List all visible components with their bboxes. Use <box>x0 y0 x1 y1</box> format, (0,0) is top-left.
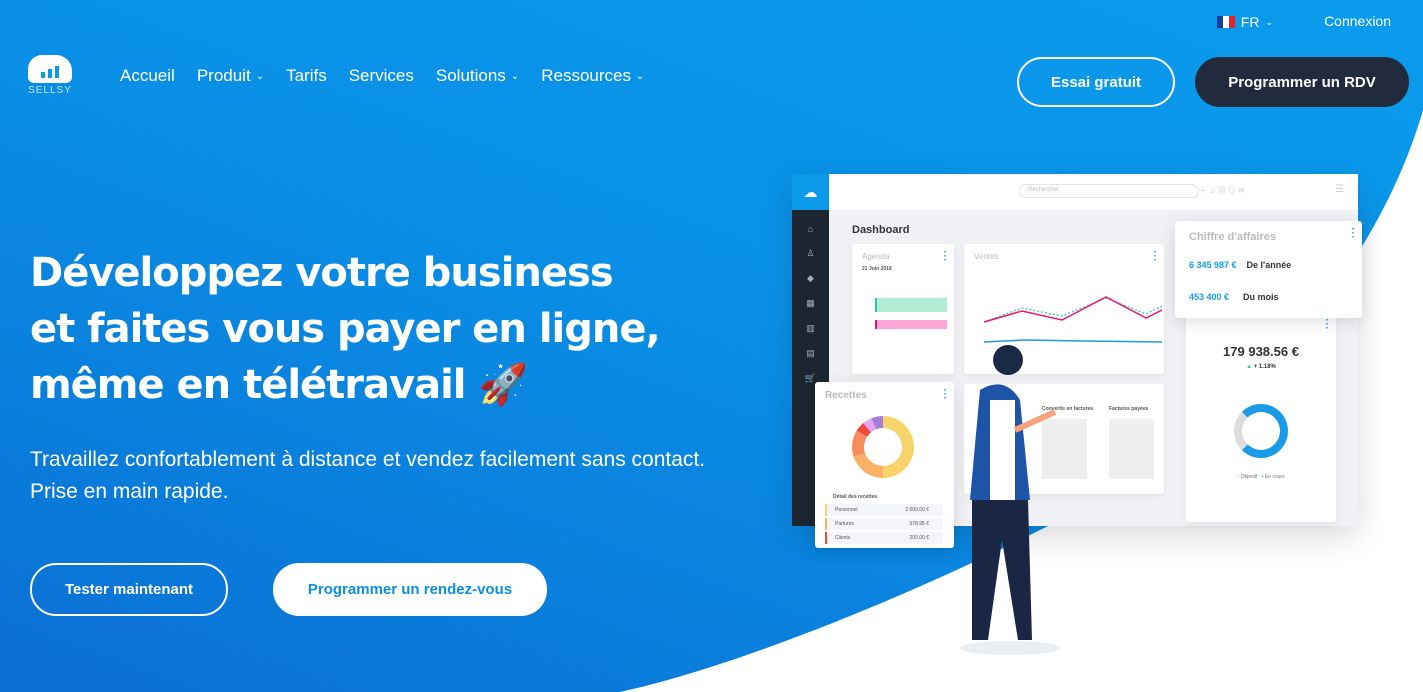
login-link[interactable]: Connexion <box>1324 13 1391 29</box>
free-trial-button[interactable]: Essai gratuit <box>1017 57 1175 107</box>
nav-label: Ressources <box>541 66 631 85</box>
dashboard-header: Rechercher ＋ ♫ ▦ ◎ ✉ ☰ <box>829 174 1358 210</box>
cloud-icon: ☁ <box>792 174 829 210</box>
kpi-value: 179 938.56 € <box>1223 344 1299 359</box>
revenue-value: 6 345 987 € <box>1189 260 1237 270</box>
hero-subtitle: Travaillez confortablement à distance et… <box>30 448 706 503</box>
language-selector[interactable]: FR ⌄ <box>1216 14 1273 30</box>
revenue-label: Du mois <box>1243 292 1279 302</box>
receipts-donut <box>852 416 914 478</box>
hero-title: Développez votre business et faites vous… <box>30 245 661 413</box>
chevron-down-icon: ⌄ <box>1265 16 1273 27</box>
nav-tarifs[interactable]: Tarifs <box>286 66 327 86</box>
kpi-delta: ▲ + 1.18% <box>1246 364 1276 370</box>
logo-text: SELLSY <box>28 85 72 96</box>
nav-services[interactable]: Services <box>349 66 414 86</box>
revenue-card: Chiffre d'affaires · · · 6 345 987 € De l'a… <box>1175 221 1362 318</box>
grid-icon: ▦ <box>806 298 815 308</box>
nav-label: Solutions <box>435 66 506 85</box>
toolbar-icons: ＋ ♫ ▦ ◎ ✉ <box>1199 186 1245 195</box>
more-icon: · · · <box>943 247 947 266</box>
nav-label: Tarifs <box>286 66 327 85</box>
more-icon: · · · <box>1325 315 1329 334</box>
nav-produit[interactable]: Produit ⌄ <box>197 66 264 86</box>
agenda-event <box>875 320 947 329</box>
try-now-button[interactable]: Tester maintenant <box>30 563 228 616</box>
chevron-down-icon: ⌄ <box>510 70 520 82</box>
receipt-label: Partures <box>835 521 854 527</box>
language-label: FR <box>1240 14 1260 30</box>
nav-ressources[interactable]: Ressources ⌄ <box>541 66 644 86</box>
card-title: Recettes <box>825 390 867 401</box>
nav-accueil[interactable]: Accueil <box>120 66 175 86</box>
card-title: Agenda <box>862 252 890 261</box>
more-icon: · · · <box>943 385 947 404</box>
legend-item: Objectif <box>1240 474 1258 480</box>
receipt-label: Personnel <box>835 507 858 513</box>
paid-label: Factures payées <box>1109 406 1149 412</box>
sales-target-line <box>983 297 1163 323</box>
gem-icon: ◆ <box>807 273 814 283</box>
receipt-value: 578.95 € <box>909 521 929 527</box>
agenda-date: 21 Juin 2018 <box>862 266 892 272</box>
revenue-value: 453 400 € <box>1189 292 1230 302</box>
menu-icon: ☰ <box>1335 184 1344 195</box>
receipt-label: Clients <box>835 535 851 541</box>
dashboard-search: Rechercher <box>1019 184 1199 198</box>
user-icon: ♙ <box>806 248 815 258</box>
nav-label: Accueil <box>120 66 175 85</box>
card-title: Chiffre d'affaires <box>1189 231 1276 243</box>
receipt-row: Personnel 2 000.00 € <box>825 504 943 516</box>
detail-title: Détail des recettes <box>833 494 878 500</box>
home-icon: ⌂ <box>807 224 814 234</box>
agenda-event <box>875 298 947 312</box>
chevron-down-icon: ⌄ <box>635 70 645 82</box>
receipt-value: 2 000.00 € <box>905 507 929 513</box>
bank-icon: ▥ <box>806 323 815 333</box>
french-flag-icon <box>1216 16 1235 28</box>
cloud-chart-icon <box>28 55 72 83</box>
donut-legend: • Objectif • En cours <box>1237 474 1285 480</box>
more-icon: · · · <box>1351 224 1355 243</box>
chevron-down-icon: ⌄ <box>255 70 265 82</box>
receipt-row: Partures 578.95 € <box>825 518 943 530</box>
nav-solutions[interactable]: Solutions ⌄ <box>436 66 519 86</box>
schedule-meeting-button[interactable]: Programmer un RDV <box>1195 57 1409 107</box>
receipts-card: Recettes · · · Détail des recettes Personn… <box>815 382 954 548</box>
legend-item: En cours <box>1264 474 1285 480</box>
kpi-card: · · · 179 938.56 € ▲ + 1.18% • Objectif • … <box>1186 312 1336 522</box>
nav-label: Services <box>348 66 414 85</box>
title-line: et faites vous payer en ligne, <box>30 306 661 352</box>
progress-donut <box>1234 404 1288 458</box>
schedule-appointment-button[interactable]: Programmer un rendez-vous <box>273 563 547 616</box>
receipts-table: Personnel 2 000.00 € Partures 578.95 € Clien… <box>825 502 943 544</box>
title-line: Développez votre business <box>30 250 614 296</box>
title-line: même en télétravail 🚀 <box>30 362 528 408</box>
invoice-doc <box>1109 419 1154 479</box>
nav-label: Produit <box>196 66 251 85</box>
agenda-card: Agenda · · · 21 Juin 2018 <box>852 244 954 374</box>
dashboard-title: Dashboard <box>852 224 910 236</box>
top-bar: FR ⌄ Connexion <box>1123 12 1423 36</box>
person-illustration <box>960 345 1060 655</box>
receipt-row: Clients 200.00 € <box>825 532 943 544</box>
revenue-label: De l'année <box>1246 260 1292 270</box>
receipt-value: 200.00 € <box>909 535 929 541</box>
sellsy-logo[interactable]: SELLSY <box>28 55 72 96</box>
main-nav: Accueil Produit ⌄ Tarifs Services Solutions ⌄ R… <box>120 66 644 86</box>
document-icon: ▤ <box>806 348 815 358</box>
kpi-delta-text: + 1.18% <box>1253 364 1276 370</box>
